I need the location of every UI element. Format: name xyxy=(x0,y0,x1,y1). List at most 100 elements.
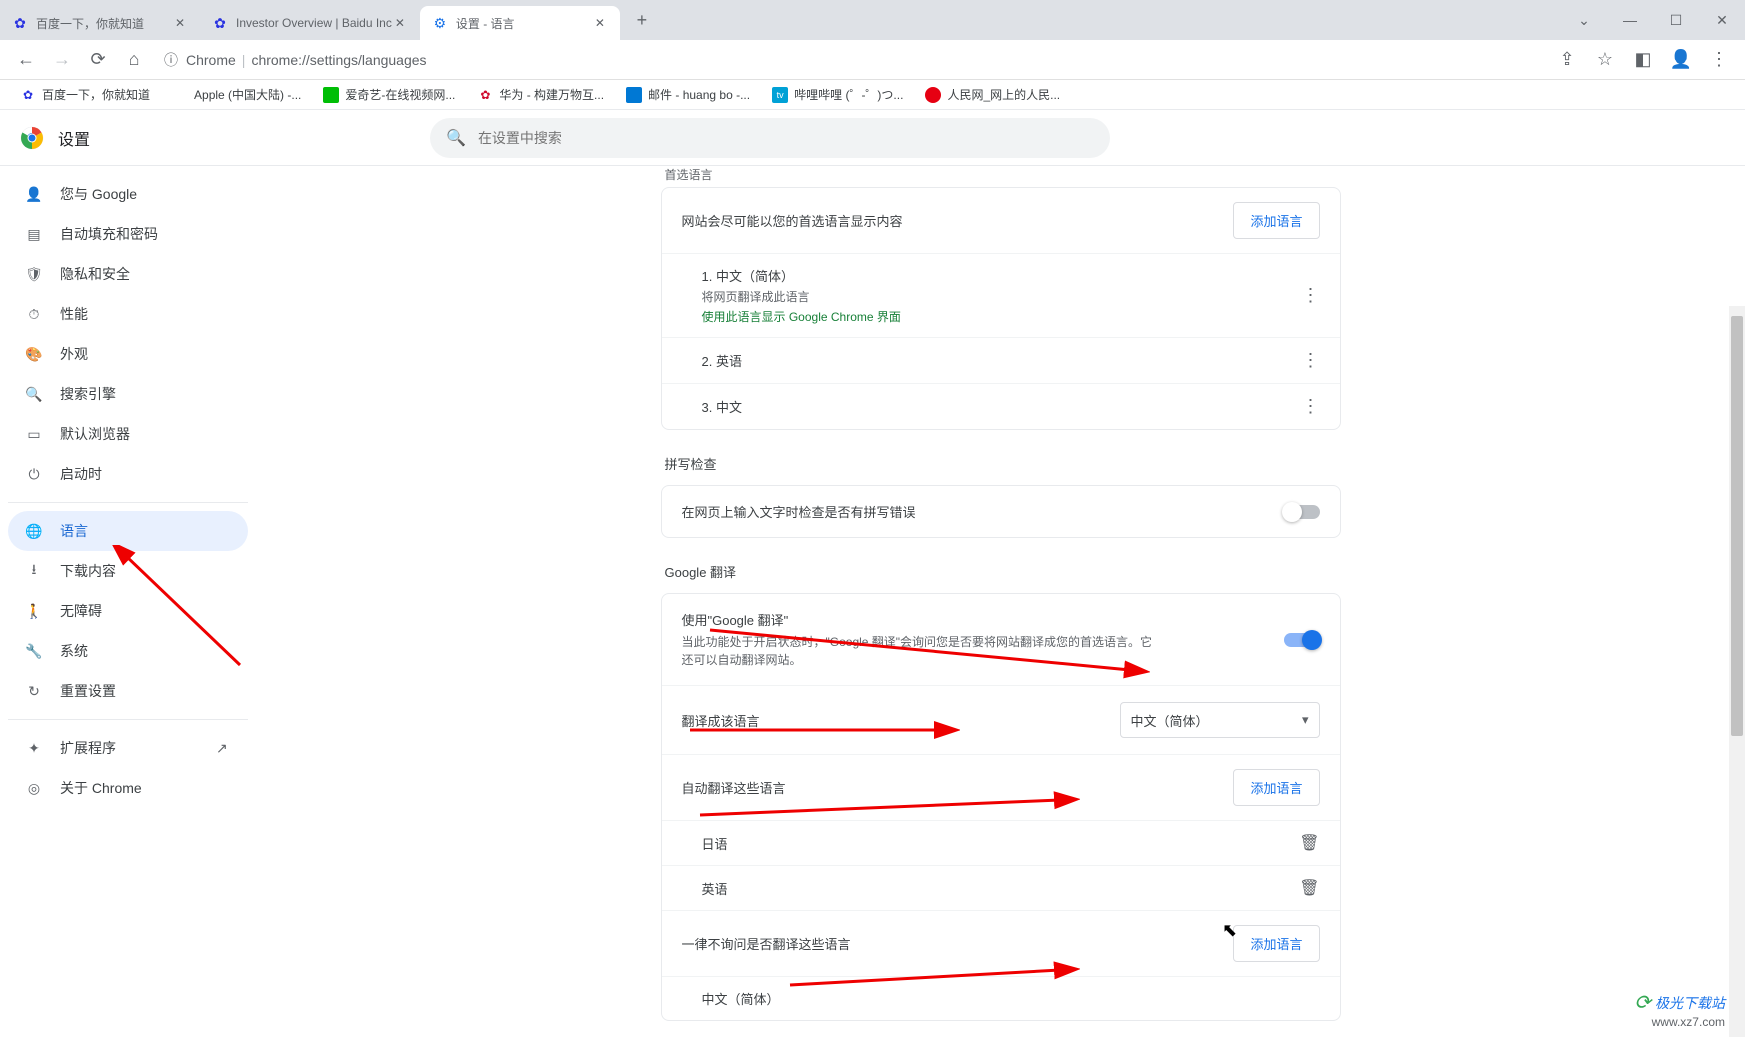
forward-button[interactable]: → xyxy=(44,42,80,78)
window-titlebar: ✿ 百度一下，你就知道 ✕ ✿ Investor Overview | Baid… xyxy=(0,0,1745,40)
site-info-icon[interactable]: ⓘ xyxy=(164,50,178,70)
sidebar-item-reset[interactable]: ↻重置设置 xyxy=(8,671,248,711)
external-link-icon: ↗ xyxy=(216,740,232,756)
back-button[interactable]: ← xyxy=(8,42,44,78)
kebab-menu-icon[interactable]: ⋮ xyxy=(1701,42,1737,78)
share-icon[interactable]: ⇪ xyxy=(1549,42,1585,78)
settings-content[interactable]: 首选语言 网站会尽可能以您的首选语言显示内容 添加语言 1. 中文（简体） 将网… xyxy=(256,166,1745,1037)
browser-tab-baidu[interactable]: ✿ 百度一下，你就知道 ✕ xyxy=(0,6,200,40)
pref-lang-desc: 网站会尽可能以您的首选语言显示内容 xyxy=(682,211,903,230)
power-icon: ⏻ xyxy=(24,464,44,484)
spellcheck-label: 在网页上输入文字时检查是否有拼写错误 xyxy=(682,502,916,521)
tab-title: 百度一下，你就知道 xyxy=(36,15,172,32)
url-bar: ← → ⟳ ⌂ ⓘ Chrome | chrome://settings/lan… xyxy=(0,40,1745,80)
bookmark-item[interactable]: Apple (中国大陆) -... xyxy=(164,83,309,107)
sidebar-item-privacy[interactable]: 🛡隐私和安全 xyxy=(8,254,248,294)
close-icon[interactable]: ✕ xyxy=(392,15,408,31)
auto-translate-label: 自动翻译这些语言 xyxy=(682,778,786,797)
more-options-icon[interactable]: ⋮ xyxy=(1302,350,1320,371)
add-language-button[interactable]: 添加语言 xyxy=(1233,769,1319,806)
use-translate-toggle[interactable] xyxy=(1284,633,1320,647)
add-language-button[interactable]: 添加语言 xyxy=(1233,925,1319,962)
minimize-button[interactable]: — xyxy=(1607,0,1653,40)
language-row: 3. 中文 ⋮ xyxy=(662,383,1340,429)
tab-title: 设置 - 语言 xyxy=(456,15,592,32)
baidu-favicon-icon: ✿ xyxy=(12,15,28,31)
chrome-logo-icon xyxy=(20,126,44,150)
search-input[interactable] xyxy=(478,130,1094,146)
bookmark-item[interactable]: tv哔哩哔哩 (゜-゜)つ... xyxy=(764,83,911,107)
bookmark-item[interactable]: 人民网_网上的人民... xyxy=(917,83,1068,107)
add-language-button[interactable]: 添加语言 xyxy=(1233,202,1319,239)
side-panel-icon[interactable]: ◧ xyxy=(1625,42,1661,78)
sidebar-item-you-and-google[interactable]: 👤您与 Google xyxy=(8,174,248,214)
more-options-icon[interactable]: ⋮ xyxy=(1302,396,1320,417)
baidu-favicon-icon: ✿ xyxy=(212,15,228,31)
sidebar-item-downloads[interactable]: ⭳下载内容 xyxy=(8,551,248,591)
auto-translate-item: 英语 🗑 xyxy=(662,865,1340,910)
bookmark-item[interactable]: 爱奇艺-在线视频网... xyxy=(315,83,463,107)
spellcheck-toggle[interactable] xyxy=(1284,505,1320,519)
url-scheme: Chrome xyxy=(186,52,236,68)
reload-button[interactable]: ⟳ xyxy=(80,42,116,78)
language-row: 2. 英语 ⋮ xyxy=(662,337,1340,383)
delete-icon[interactable]: 🗑 xyxy=(1299,878,1319,898)
window-controls: ⌄ — ☐ ✕ xyxy=(1561,0,1745,40)
app-header: 设置 🔍 xyxy=(0,110,1745,166)
favicon-icon: ✿ xyxy=(20,87,36,103)
section-title-translate: Google 翻译 xyxy=(665,562,1341,581)
sidebar-item-default-browser[interactable]: ▭默认浏览器 xyxy=(8,414,248,454)
home-button[interactable]: ⌂ xyxy=(116,42,152,78)
palette-icon: 🎨 xyxy=(24,344,44,364)
chevron-down-icon: ▾ xyxy=(1302,712,1309,728)
sidebar-item-extensions[interactable]: ✦扩展程序↗ xyxy=(8,728,248,768)
settings-app: 设置 🔍 👤您与 Google ▤自动填充和密码 🛡隐私和安全 ⏱性能 🎨外观 … xyxy=(0,110,1745,1037)
favicon-icon: tv xyxy=(772,87,788,103)
use-translate-label: 使用"Google 翻译" xyxy=(682,610,1162,629)
profile-avatar-icon[interactable]: 👤 xyxy=(1663,42,1699,78)
section-title: 首选语言 xyxy=(661,166,1341,187)
language-row: 1. 中文（简体） 将网页翻译成此语言 使用此语言显示 Google Chrom… xyxy=(662,253,1340,337)
sidebar-item-about[interactable]: ◎关于 Chrome xyxy=(8,768,248,808)
spellcheck-card: 在网页上输入文字时检查是否有拼写错误 xyxy=(661,485,1341,538)
sidebar-item-appearance[interactable]: 🎨外观 xyxy=(8,334,248,374)
search-icon: 🔍 xyxy=(446,128,466,148)
sidebar-item-languages[interactable]: 🌐语言 xyxy=(8,511,248,551)
delete-icon[interactable]: 🗑 xyxy=(1299,833,1319,853)
close-icon[interactable]: ✕ xyxy=(172,15,188,31)
settings-sidebar: 👤您与 Google ▤自动填充和密码 🛡隐私和安全 ⏱性能 🎨外观 🔍搜索引擎… xyxy=(0,166,256,1037)
tab-title: Investor Overview | Baidu Inc xyxy=(236,16,392,30)
browser-tab-settings[interactable]: ⚙ 设置 - 语言 ✕ xyxy=(420,6,620,40)
auto-translate-item: 日语 🗑 xyxy=(662,820,1340,865)
browser-tab-investor[interactable]: ✿ Investor Overview | Baidu Inc ✕ xyxy=(200,6,420,40)
scrollbar-track[interactable] xyxy=(1729,306,1745,1037)
chrome-icon: ◎ xyxy=(24,778,44,798)
extension-icon: ✦ xyxy=(24,738,44,758)
url-path: chrome://settings/languages xyxy=(251,52,426,68)
sidebar-item-performance[interactable]: ⏱性能 xyxy=(8,294,248,334)
omnibox[interactable]: ⓘ Chrome | chrome://settings/languages xyxy=(152,50,1549,70)
preferred-languages-card: 网站会尽可能以您的首选语言显示内容 添加语言 1. 中文（简体） 将网页翻译成此… xyxy=(661,187,1341,430)
bookmark-item[interactable]: 邮件 - huang bo -... xyxy=(618,83,758,107)
section-title-spellcheck: 拼写检查 xyxy=(665,454,1341,473)
maximize-button[interactable]: ☐ xyxy=(1653,0,1699,40)
new-tab-button[interactable]: + xyxy=(628,6,656,34)
close-window-button[interactable]: ✕ xyxy=(1699,0,1745,40)
sidebar-item-on-startup[interactable]: ⏻启动时 xyxy=(8,454,248,494)
translate-target-select[interactable]: 中文（简体） ▾ xyxy=(1120,702,1320,738)
sidebar-item-autofill[interactable]: ▤自动填充和密码 xyxy=(8,214,248,254)
use-translate-desc: 当此功能处于开启状态时，"Google 翻译"会询问您是否要将网站翻译成您的首选… xyxy=(682,633,1162,669)
dropdown-icon[interactable]: ⌄ xyxy=(1561,0,1607,40)
scrollbar-thumb[interactable] xyxy=(1731,316,1743,736)
sidebar-item-accessibility[interactable]: 🚶无障碍 xyxy=(8,591,248,631)
bookmark-item[interactable]: ✿百度一下，你就知道 xyxy=(12,83,158,107)
sidebar-item-search-engine[interactable]: 🔍搜索引擎 xyxy=(8,374,248,414)
settings-search[interactable]: 🔍 xyxy=(430,118,1110,158)
autofill-icon: ▤ xyxy=(24,224,44,244)
never-translate-label: 一律不询问是否翻译这些语言 xyxy=(682,934,851,953)
bookmark-star-icon[interactable]: ☆ xyxy=(1587,42,1623,78)
sidebar-item-system[interactable]: 🔧系统 xyxy=(8,631,248,671)
close-icon[interactable]: ✕ xyxy=(592,15,608,31)
more-options-icon[interactable]: ⋮ xyxy=(1302,285,1320,306)
bookmark-item[interactable]: ✿华为 - 构建万物互... xyxy=(469,83,612,107)
